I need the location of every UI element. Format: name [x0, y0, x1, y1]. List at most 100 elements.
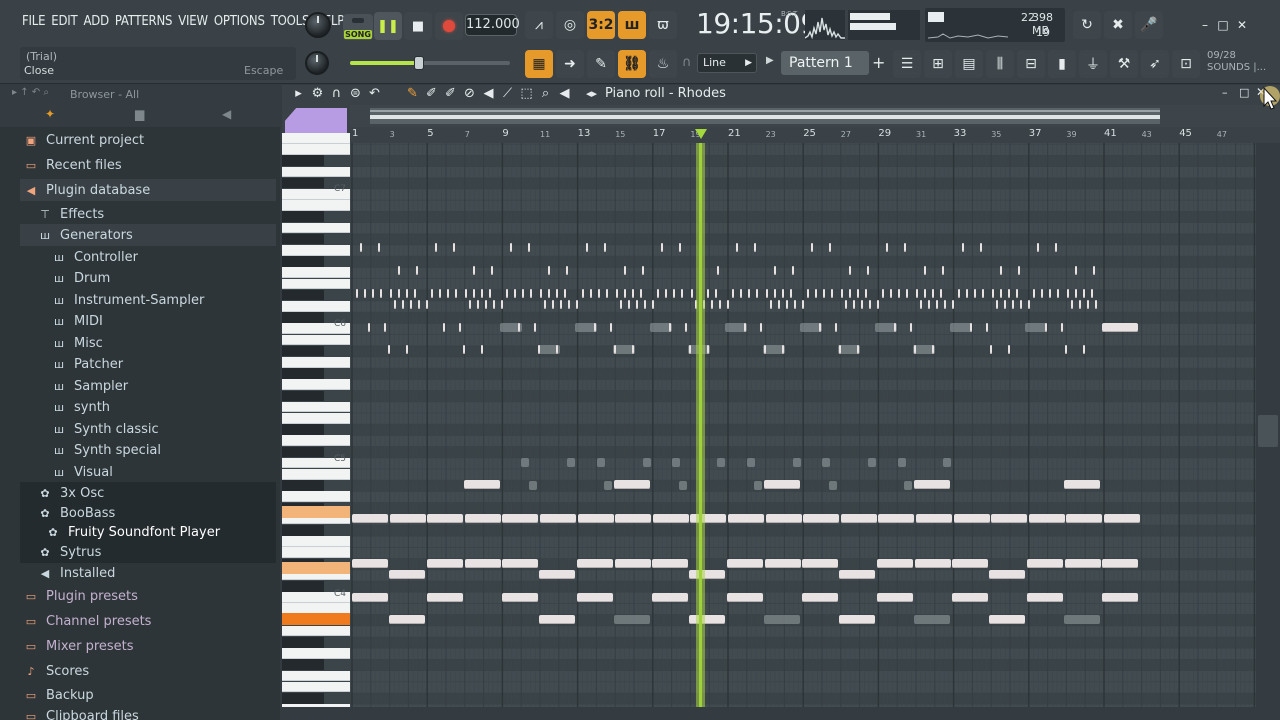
note[interactable] — [577, 559, 613, 568]
countdown-button[interactable]: 3:2 — [587, 11, 615, 39]
browser-item[interactable]: ш Sampler — [20, 375, 276, 397]
note[interactable] — [529, 481, 537, 490]
browser-item[interactable]: ш Synth classic — [20, 418, 276, 440]
note[interactable] — [652, 559, 688, 568]
note[interactable] — [841, 289, 844, 298]
note[interactable] — [418, 300, 420, 309]
slice-icon[interactable]: ⟋ — [499, 86, 516, 101]
note[interactable] — [502, 593, 538, 602]
note[interactable] — [961, 243, 964, 252]
note[interactable] — [688, 345, 691, 354]
note[interactable] — [778, 300, 780, 309]
minimize-button[interactable]: – — [1196, 16, 1214, 34]
note[interactable] — [1102, 559, 1138, 568]
note[interactable] — [639, 289, 642, 298]
piano-roll-overview[interactable] — [350, 105, 1280, 127]
note[interactable] — [1015, 289, 1018, 298]
note[interactable] — [1007, 289, 1010, 298]
piano-key-black[interactable] — [282, 368, 324, 379]
note[interactable] — [453, 243, 456, 252]
note[interactable] — [857, 289, 860, 298]
browser-item[interactable]: ш Generators — [20, 224, 276, 246]
piano-key-black[interactable] — [282, 424, 324, 435]
note[interactable] — [1048, 289, 1051, 298]
note[interactable] — [840, 514, 877, 523]
playlist-button[interactable]: ☰ — [893, 50, 921, 78]
browser-item[interactable]: ✿ Sytrus — [20, 541, 276, 563]
note[interactable] — [469, 300, 472, 309]
note[interactable] — [597, 289, 600, 298]
note[interactable] — [406, 345, 408, 354]
note[interactable] — [979, 243, 982, 252]
note[interactable] — [427, 514, 464, 523]
note[interactable] — [389, 514, 426, 523]
browser-item[interactable]: ▭ Clipboard files — [20, 705, 276, 720]
note[interactable] — [849, 266, 852, 275]
piano-key-white[interactable] — [282, 670, 350, 682]
note[interactable] — [656, 289, 659, 298]
note[interactable] — [904, 481, 912, 490]
vertical-scrollbar[interactable] — [1256, 143, 1280, 707]
note[interactable] — [981, 289, 984, 298]
menu-options[interactable]: OPTIONS — [214, 14, 265, 29]
close-window-button[interactable]: ✕ — [1233, 16, 1251, 34]
piano-key-white[interactable] — [282, 379, 350, 391]
piano-key-active[interactable] — [282, 506, 350, 518]
note[interactable] — [1102, 323, 1138, 332]
piano-key-white[interactable] — [282, 357, 350, 368]
note[interactable] — [943, 458, 951, 467]
note[interactable] — [502, 559, 538, 568]
note[interactable] — [764, 480, 800, 489]
loop-record-button[interactable]: ϖ — [649, 11, 677, 39]
note[interactable] — [861, 300, 864, 309]
note[interactable] — [352, 559, 388, 568]
note[interactable] — [672, 458, 680, 467]
note[interactable] — [690, 289, 693, 298]
note[interactable] — [597, 458, 605, 467]
piano-key-white[interactable] — [282, 278, 350, 290]
note[interactable] — [766, 289, 768, 298]
note[interactable] — [567, 458, 575, 467]
add-pattern-button[interactable]: + — [872, 53, 885, 72]
note[interactable] — [389, 570, 425, 579]
note[interactable] — [1056, 289, 1059, 298]
note[interactable] — [368, 323, 370, 332]
tools-button[interactable]: ⚒ — [1110, 50, 1138, 78]
note[interactable] — [1102, 593, 1138, 602]
note[interactable] — [1032, 289, 1035, 298]
note[interactable] — [613, 345, 616, 354]
note[interactable] — [416, 266, 418, 275]
note[interactable] — [615, 514, 652, 523]
sound-button[interactable]: ➶ — [1141, 50, 1169, 78]
note[interactable] — [364, 289, 366, 298]
note[interactable] — [623, 266, 626, 275]
note[interactable] — [868, 458, 876, 467]
note[interactable] — [689, 570, 725, 579]
note[interactable] — [782, 345, 784, 354]
browser-item[interactable]: ▣ Current project — [20, 129, 276, 151]
note[interactable] — [1036, 243, 1039, 252]
piano-key-white[interactable] — [282, 547, 350, 559]
piano-key-white[interactable] — [282, 536, 350, 547]
piano-key-white[interactable] — [282, 301, 350, 312]
note[interactable] — [635, 300, 638, 309]
piano-key-white[interactable] — [282, 491, 350, 503]
note[interactable] — [1017, 266, 1020, 275]
note[interactable] — [803, 514, 840, 523]
browser-item[interactable]: ш Patcher — [20, 353, 276, 375]
note[interactable] — [727, 559, 763, 568]
note[interactable] — [793, 458, 801, 467]
note[interactable] — [1025, 323, 1047, 332]
piano-key-black[interactable] — [282, 155, 324, 167]
browser-item[interactable]: ▭ Channel presets — [20, 610, 276, 632]
note[interactable] — [985, 323, 988, 332]
menu-patterns[interactable]: PATTERNS — [115, 14, 173, 29]
arrow-button[interactable]: ➜ — [556, 50, 584, 78]
metronome-button[interactable]: ⩘ — [525, 11, 553, 39]
note[interactable] — [714, 289, 717, 298]
step-edit-button[interactable]: ш — [618, 11, 646, 39]
sounds-news[interactable]: 09/28 SOUNDS |... — [1207, 50, 1266, 74]
browser-item[interactable]: ✿ 3x Osc — [20, 482, 276, 504]
pencil-icon[interactable]: ✎ — [404, 86, 421, 101]
note[interactable] — [378, 243, 380, 252]
